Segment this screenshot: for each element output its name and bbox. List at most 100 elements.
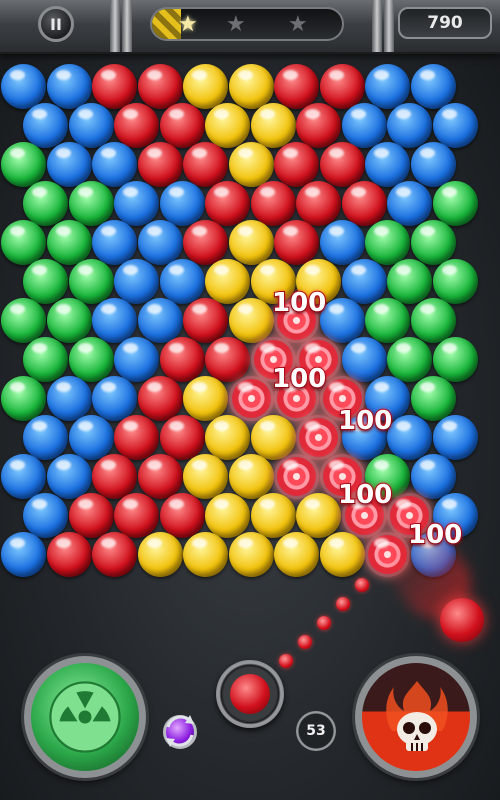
bubble-blue xyxy=(92,376,137,421)
bubble-red xyxy=(114,493,159,538)
bubble-yellow xyxy=(205,103,250,148)
pause-icon: II xyxy=(50,14,62,34)
bubble-blue xyxy=(68,415,114,460)
shots-remaining-counter: 53 xyxy=(296,711,336,751)
bubble-launcher[interactable] xyxy=(216,660,284,728)
score-popup: 100 xyxy=(337,479,393,511)
bubble-yellow xyxy=(183,376,228,421)
radiation-icon xyxy=(49,681,121,753)
aim-dot xyxy=(298,635,312,649)
bomb-booster-button[interactable] xyxy=(24,656,146,778)
bubble-blue xyxy=(92,298,137,343)
bubble-red xyxy=(137,454,183,499)
bubble-blue xyxy=(341,337,387,382)
bubble-red xyxy=(137,142,183,187)
bubble-green xyxy=(410,298,456,343)
bubble-blue xyxy=(137,220,183,265)
bubble-blue xyxy=(92,220,137,265)
bubble-blue xyxy=(1,532,46,577)
bubble-blue xyxy=(410,64,456,109)
bubble-green xyxy=(432,181,478,226)
bubble-red xyxy=(159,493,205,538)
bubble-green xyxy=(410,376,456,421)
bubble-red xyxy=(92,454,137,499)
bubble-blue xyxy=(410,142,456,187)
bubble-red xyxy=(205,337,250,382)
bubble-green xyxy=(1,220,46,265)
bubble-green xyxy=(432,337,478,382)
bubble-red xyxy=(183,220,228,265)
bubble-blue xyxy=(432,415,478,460)
bubble-yellow xyxy=(250,493,296,538)
score-display: 790 xyxy=(398,7,492,39)
bubble-red xyxy=(274,220,319,265)
bubble-yellow xyxy=(228,298,274,343)
bubble-blue xyxy=(365,64,410,109)
bubble-green xyxy=(387,259,432,304)
bubble-popping xyxy=(274,454,319,499)
score-popup: 100 xyxy=(271,363,327,395)
bubble-yellow xyxy=(296,493,341,538)
bubble-green xyxy=(1,142,46,187)
bubble-green xyxy=(432,259,478,304)
bubble-blue xyxy=(341,103,387,148)
current-bubble xyxy=(230,674,270,714)
star-progress-bar: ★ ★ ★ xyxy=(150,7,344,41)
bubble-red xyxy=(46,532,92,577)
aim-dot xyxy=(336,597,350,611)
bubble-red xyxy=(68,493,114,538)
bubble-blue xyxy=(410,454,456,499)
bubble-blue xyxy=(23,493,68,538)
star-icon-2: ★ xyxy=(226,12,246,37)
bubble-yellow xyxy=(205,259,250,304)
bubble-yellow xyxy=(183,454,228,499)
bubble-yellow xyxy=(250,415,296,460)
bubble-red xyxy=(274,142,319,187)
bubble-blue xyxy=(92,142,137,187)
bubble-yellow xyxy=(205,493,250,538)
bubble-blue xyxy=(114,181,159,226)
score-popup: 100 xyxy=(407,519,463,551)
bubble-red xyxy=(137,376,183,421)
bubble-red xyxy=(159,337,205,382)
bubble-yellow xyxy=(228,220,274,265)
score-popup: 100 xyxy=(337,405,393,437)
bubble-yellow xyxy=(228,142,274,187)
bubble-green xyxy=(68,181,114,226)
bubble-blue xyxy=(387,103,432,148)
bubble-green xyxy=(410,220,456,265)
score-popup: 100 xyxy=(271,287,327,319)
skull-booster-button[interactable] xyxy=(355,656,477,778)
aim-dot xyxy=(355,578,369,592)
bubble-red xyxy=(250,181,296,226)
bubble-yellow xyxy=(183,532,228,577)
bubble-red xyxy=(296,181,341,226)
pause-button[interactable]: II xyxy=(38,6,74,42)
bubble-red xyxy=(319,142,365,187)
bubble-red xyxy=(341,181,387,226)
bubble-blue xyxy=(341,259,387,304)
bubble-yellow xyxy=(228,454,274,499)
hud-pipe-left-2 xyxy=(122,0,132,52)
bubble-green xyxy=(68,259,114,304)
bubble-yellow xyxy=(250,103,296,148)
bubble-blue xyxy=(46,64,92,109)
bubble-blue xyxy=(159,259,205,304)
bubble-green xyxy=(365,298,410,343)
bubble-popping xyxy=(228,376,274,421)
bubble-blue xyxy=(46,142,92,187)
bubble-green xyxy=(1,298,46,343)
bubble-green xyxy=(23,181,68,226)
bubble-yellow xyxy=(183,64,228,109)
bubble-yellow xyxy=(274,532,319,577)
bubble-red xyxy=(114,415,159,460)
bubble-green xyxy=(1,376,46,421)
hud-pipe-right xyxy=(372,0,382,52)
bubble-blue xyxy=(159,181,205,226)
bubble-green xyxy=(23,259,68,304)
hud-pipe-left xyxy=(110,0,120,52)
swap-arrows-icon xyxy=(166,715,194,747)
bubble-green xyxy=(23,337,68,382)
star-icon-1: ★ xyxy=(178,12,198,37)
top-hud-bar: II ★ ★ ★ 790 xyxy=(0,0,500,54)
